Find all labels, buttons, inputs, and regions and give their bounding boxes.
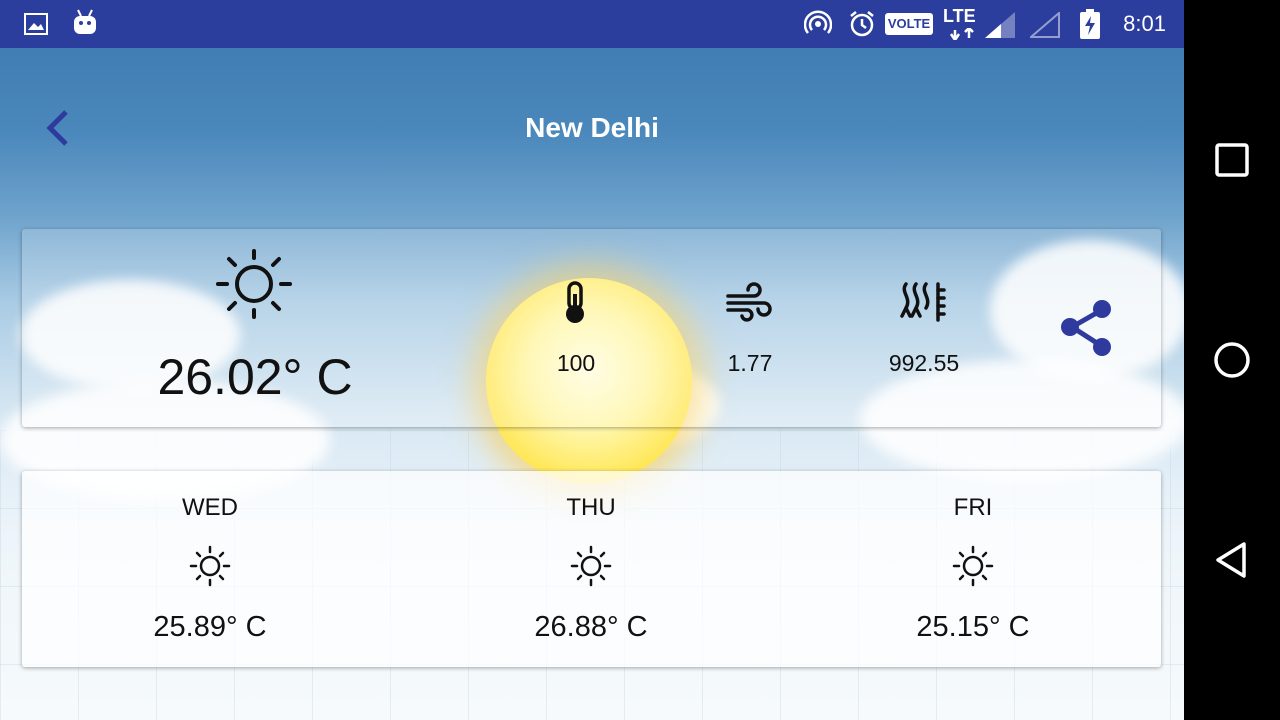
hotspot-icon xyxy=(804,10,832,38)
wind-value: 1.77 xyxy=(727,350,773,376)
gallery-icon xyxy=(24,13,48,35)
forecast-day: THU xyxy=(566,494,616,521)
forecast-day: FRI xyxy=(953,494,993,521)
wind-icon xyxy=(724,280,774,324)
share-icon xyxy=(1061,300,1111,356)
sun-icon xyxy=(951,545,995,587)
sun-icon xyxy=(212,247,296,321)
clock: 8:01 xyxy=(1123,11,1166,36)
forecast-temperature: 25.15° C xyxy=(916,611,1030,643)
thermometer-icon xyxy=(560,280,590,324)
lte-label: LTE xyxy=(943,6,976,26)
forecast-day: WED xyxy=(182,494,238,521)
page-title: New Delhi xyxy=(525,112,659,143)
current-temperature: 26.02° C xyxy=(157,349,353,405)
status-bar: VOLTE LTE 8:01 xyxy=(0,0,1184,48)
sun-icon xyxy=(188,545,232,587)
forecast-temperature: 25.89° C xyxy=(153,611,267,643)
signal-icon xyxy=(985,12,1015,38)
lte-arrows-icon xyxy=(948,28,976,40)
recents-button[interactable] xyxy=(1214,142,1250,178)
share-button[interactable] xyxy=(1054,294,1120,360)
circle-icon xyxy=(1214,342,1250,378)
forecast-temperature: 26.88° C xyxy=(534,611,648,643)
square-icon xyxy=(1215,143,1249,177)
navigation-bar xyxy=(1184,0,1280,720)
weather-screen: VOLTE LTE 8:01 New Delhi 26.02° C 100 1.… xyxy=(0,0,1184,720)
back-nav-button[interactable] xyxy=(1214,542,1250,578)
home-button[interactable] xyxy=(1214,342,1250,378)
volte-badge: VOLTE xyxy=(885,13,933,35)
triangle-back-icon xyxy=(1216,542,1246,578)
battery-charging-icon xyxy=(1080,9,1100,39)
sun-icon xyxy=(569,545,613,587)
pressure-icon xyxy=(898,280,948,324)
android-icon xyxy=(72,8,98,36)
alarm-icon xyxy=(848,10,876,38)
humidity-value: 100 xyxy=(556,350,596,376)
signal-empty-icon xyxy=(1030,12,1060,38)
pressure-value: 992.55 xyxy=(888,350,960,376)
